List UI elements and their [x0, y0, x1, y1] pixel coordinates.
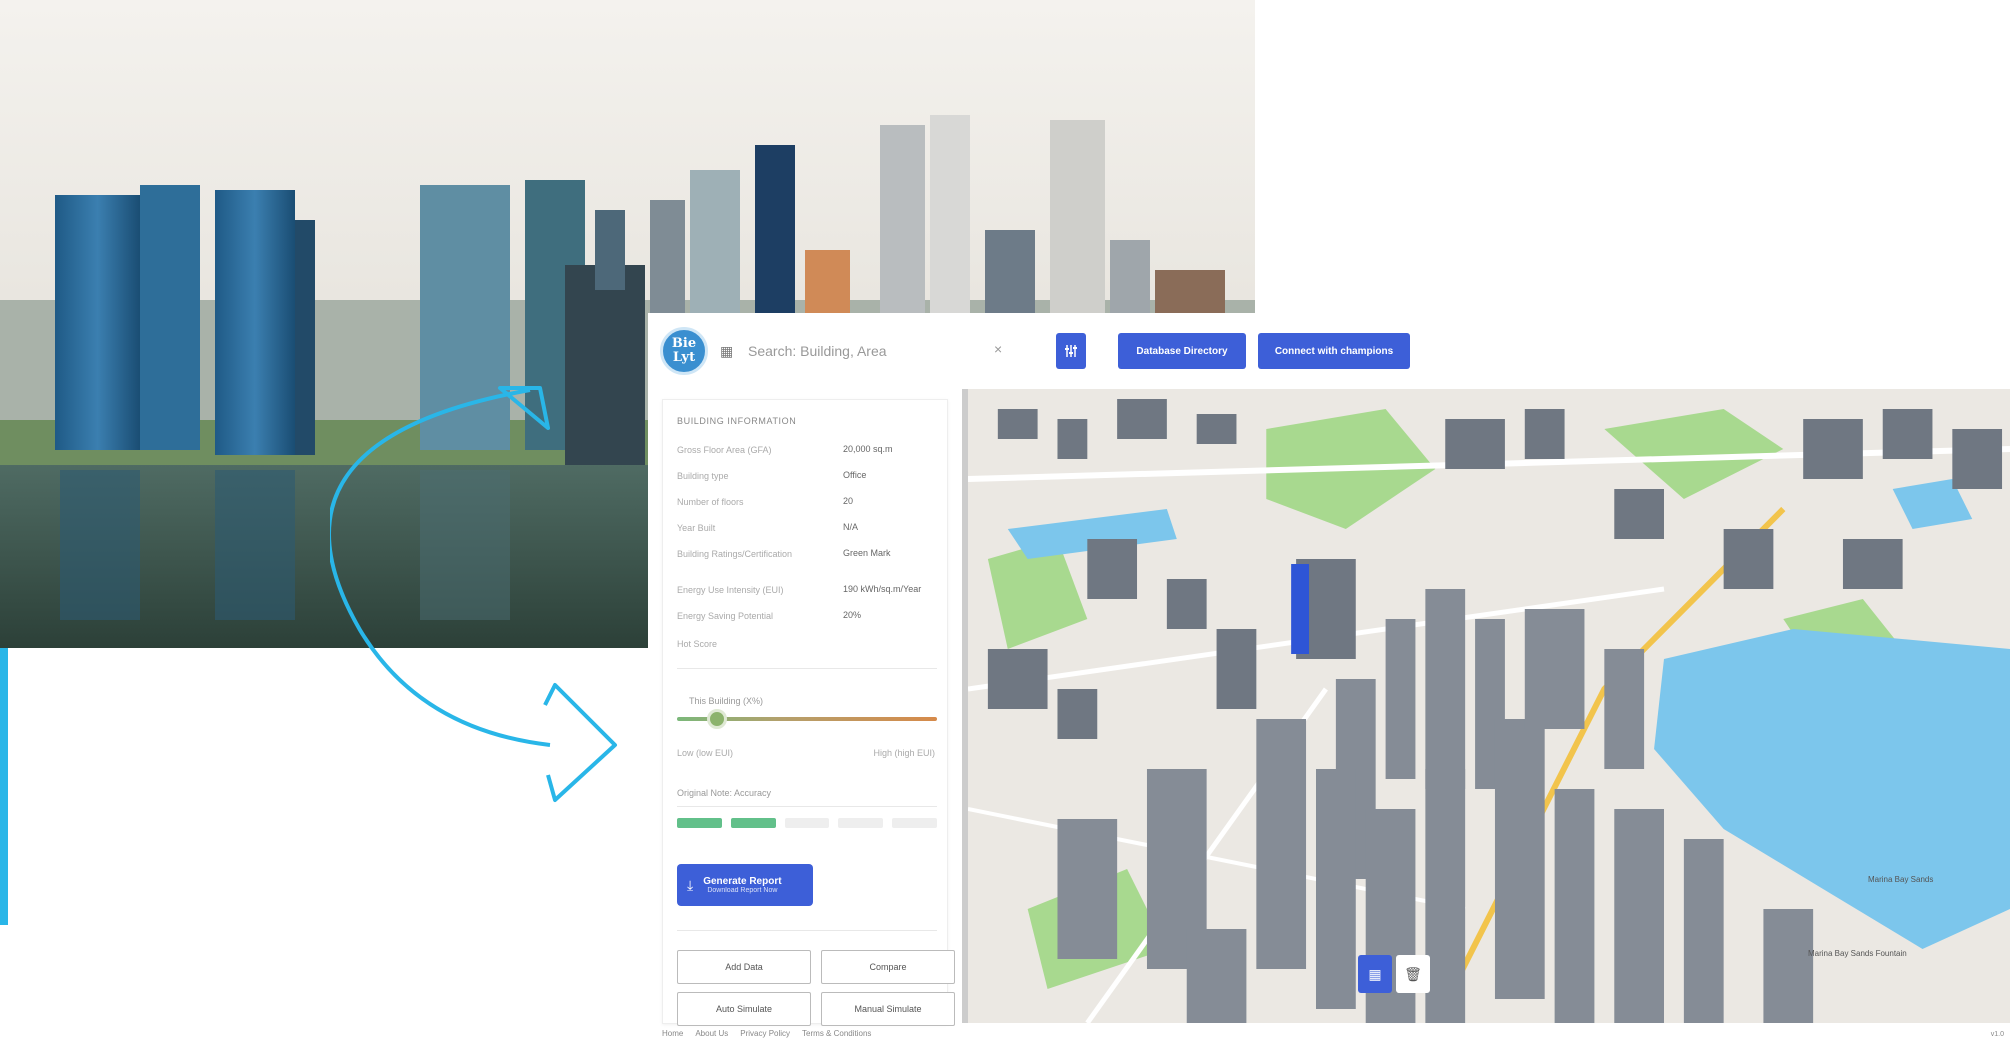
- building-info-panel: BUILDING INFORMATION Gross Floor Area (G…: [662, 399, 955, 1026]
- info-label: Building type: [677, 471, 729, 481]
- divider: [677, 668, 937, 669]
- manual-simulate-button[interactable]: Manual Simulate: [821, 992, 955, 1026]
- top-bar: Bie Lyt ▦ × Database Directory Connect w…: [648, 313, 2010, 389]
- city-3d-map[interactable]: Marina Bay Sands Marina Bay Sands Founta…: [962, 389, 2010, 1023]
- sliders-icon: [1065, 345, 1077, 357]
- search-input[interactable]: [748, 337, 1008, 365]
- map-controls: ▦ 🗑: [1358, 955, 1430, 993]
- info-label: Energy Saving Potential: [677, 611, 774, 621]
- delete-icon[interactable]: 🗑: [1396, 955, 1430, 993]
- slider-max-label: High (high EUI): [873, 748, 935, 758]
- generate-title: Generate Report: [703, 876, 782, 887]
- info-value: 190 kWh/sq.m/Year: [843, 584, 922, 594]
- footer-link-home[interactable]: Home: [662, 1029, 683, 1038]
- info-value: Office: [843, 470, 867, 480]
- divider: [677, 806, 937, 807]
- connect-champions-button[interactable]: Connect with champions: [1258, 333, 1410, 369]
- info-label: Number of floors: [677, 497, 744, 507]
- app-window: Bie Lyt ▦ × Database Directory Connect w…: [648, 313, 2010, 1043]
- info-label: Gross Floor Area (GFA): [677, 445, 772, 455]
- info-label: Year Built: [677, 523, 716, 533]
- eui-slider-thumb[interactable]: [707, 709, 727, 729]
- generate-subtitle: Download Report Now: [707, 887, 778, 894]
- generate-report-button[interactable]: ⤓ Generate Report Download Report Now: [677, 864, 813, 906]
- slider-min-label: Low (low EUI): [677, 748, 734, 758]
- logo-line-1: Bie: [671, 336, 697, 351]
- divider: [677, 930, 937, 931]
- accuracy-bar: [892, 818, 937, 828]
- accuracy-bars: [677, 818, 937, 828]
- info-label: Building Ratings/Certification: [677, 549, 793, 559]
- footer-link-terms[interactable]: Terms & Conditions: [802, 1029, 871, 1038]
- add-data-button[interactable]: Add Data: [677, 950, 811, 984]
- grid-menu-icon[interactable]: ▦: [720, 343, 736, 359]
- compare-button[interactable]: Compare: [821, 950, 955, 984]
- generate-text: Generate Report Download Report Now: [703, 876, 781, 894]
- info-value: N/A: [843, 522, 859, 532]
- info-value: Green Mark: [843, 548, 891, 558]
- accuracy-bar: [784, 818, 830, 828]
- app-logo[interactable]: Bie Lyt: [660, 327, 708, 375]
- footer-link-privacy[interactable]: Privacy Policy: [740, 1029, 790, 1038]
- footer-links: Home About Us Privacy Policy Terms & Con…: [662, 1029, 871, 1038]
- accuracy-bar: [730, 818, 776, 828]
- slider-label: This Building (X%): [689, 696, 764, 706]
- auto-simulate-button[interactable]: Auto Simulate: [677, 992, 811, 1026]
- logo-line-2: Lyt: [672, 350, 696, 365]
- accuracy-bar: [677, 818, 722, 828]
- info-value: 20,000 sq.m: [843, 444, 893, 454]
- info-label: Energy Use Intensity (EUI): [677, 585, 784, 595]
- section-title: BUILDING INFORMATION: [677, 416, 797, 426]
- more-label: Hot Score: [677, 639, 718, 649]
- accuracy-bar: [838, 818, 884, 828]
- info-value: 20: [843, 496, 854, 506]
- curved-arrow-icon: [330, 386, 617, 802]
- map-label: Marina Bay Sands: [1868, 875, 1934, 884]
- accuracy-label: Original Note: Accuracy: [677, 788, 772, 798]
- download-icon: ⤓: [687, 876, 694, 893]
- filter-button[interactable]: [1056, 333, 1086, 369]
- map-label: Marina Bay Sands Fountain: [1808, 949, 1907, 958]
- building-layer-icon[interactable]: ▦: [1358, 955, 1392, 993]
- footer-link-about[interactable]: About Us: [695, 1029, 728, 1038]
- slide-canvas: Bie Lyt ▦ × Database Directory Connect w…: [0, 0, 2010, 1043]
- database-directory-button[interactable]: Database Directory: [1118, 333, 1246, 369]
- clear-search-icon[interactable]: ×: [994, 341, 1002, 357]
- version-text: v1.0: [1990, 1031, 2004, 1038]
- info-value: 20%: [843, 610, 862, 620]
